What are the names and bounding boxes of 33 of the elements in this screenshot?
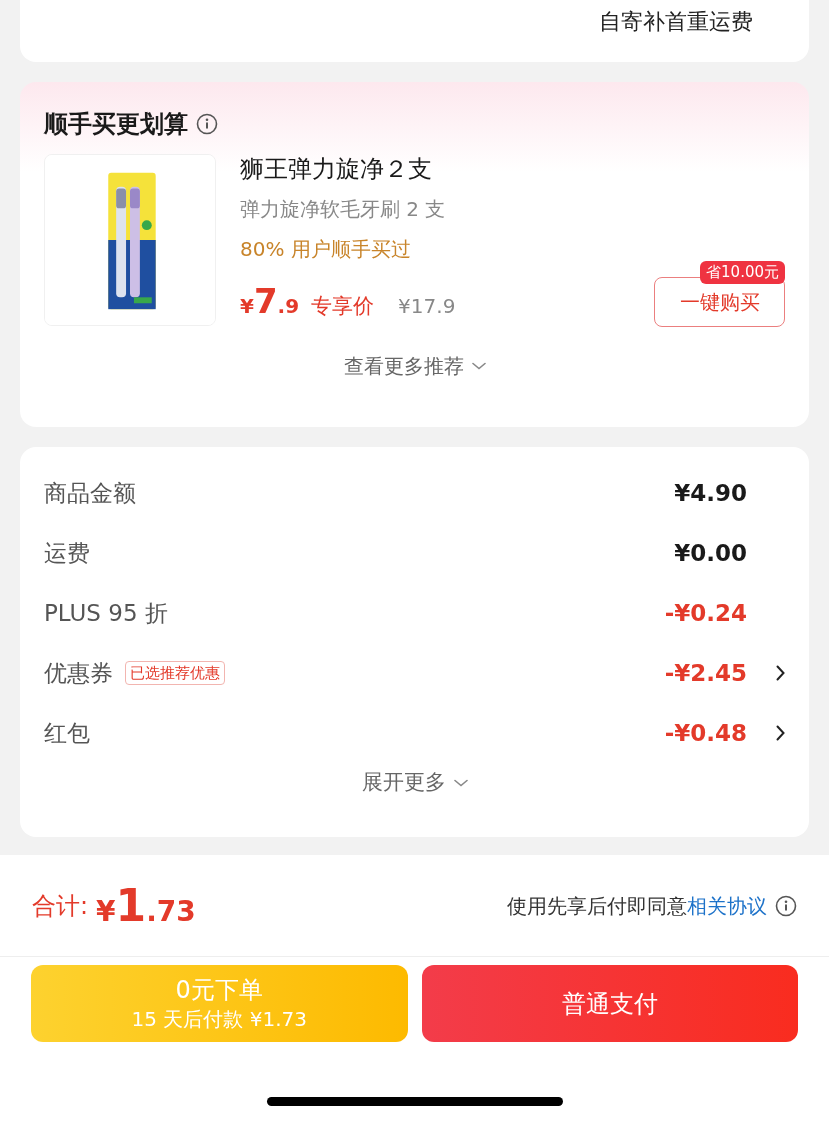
product-name[interactable]: 狮王弹力旋净２支 [240,154,785,184]
fee-amount: -¥0.48 [664,718,747,748]
section-title: 顺手买更划算 [44,109,188,140]
fee-label: PLUS 95 折 [44,598,168,628]
sale-price: ¥7.9 [240,280,300,323]
agreement-text: 使用先享后付即同意相关协议 [507,892,767,920]
fee-label: 运费 [44,538,90,568]
fee-amount: ¥4.90 [674,478,747,508]
social-proof: 80% 用户顺手买过 [240,236,412,263]
coupon-tag: 已选推荐优惠 [125,660,225,686]
fee-amount: ¥0.00 [674,538,747,568]
fee-label: 商品金额 [44,478,136,508]
fee-label: 红包 [44,718,90,748]
pay-button[interactable]: 普通支付 [421,965,798,1042]
agreement-link[interactable]: 相关协议 [687,893,767,918]
info-icon[interactable] [775,894,797,917]
original-price: ¥17.9 [398,293,456,320]
total-price: ¥1.73 [96,878,196,933]
price-label: 专享价 [311,293,375,320]
info-icon[interactable] [196,113,218,135]
more-recommendations-button[interactable]: 查看更多推荐 [343,351,486,381]
fee-amount: -¥2.45 [664,658,747,688]
chevron-right-icon[interactable] [776,665,785,681]
chevron-right-icon[interactable] [776,725,785,741]
product-subtitle: 弹力旋净软毛牙刷 2 支 [240,196,447,223]
fee-label: 优惠券 [44,658,113,688]
fee-amount: -¥0.24 [664,598,747,628]
saving-badge: 省10.00元 [700,261,785,284]
chevron-down-icon [453,778,468,787]
total-label: 合计: [32,890,89,922]
expand-more-button[interactable]: 展开更多 [361,767,468,799]
chevron-down-icon [471,362,486,370]
shipping-note: 自寄补首重运费 [599,7,753,36]
